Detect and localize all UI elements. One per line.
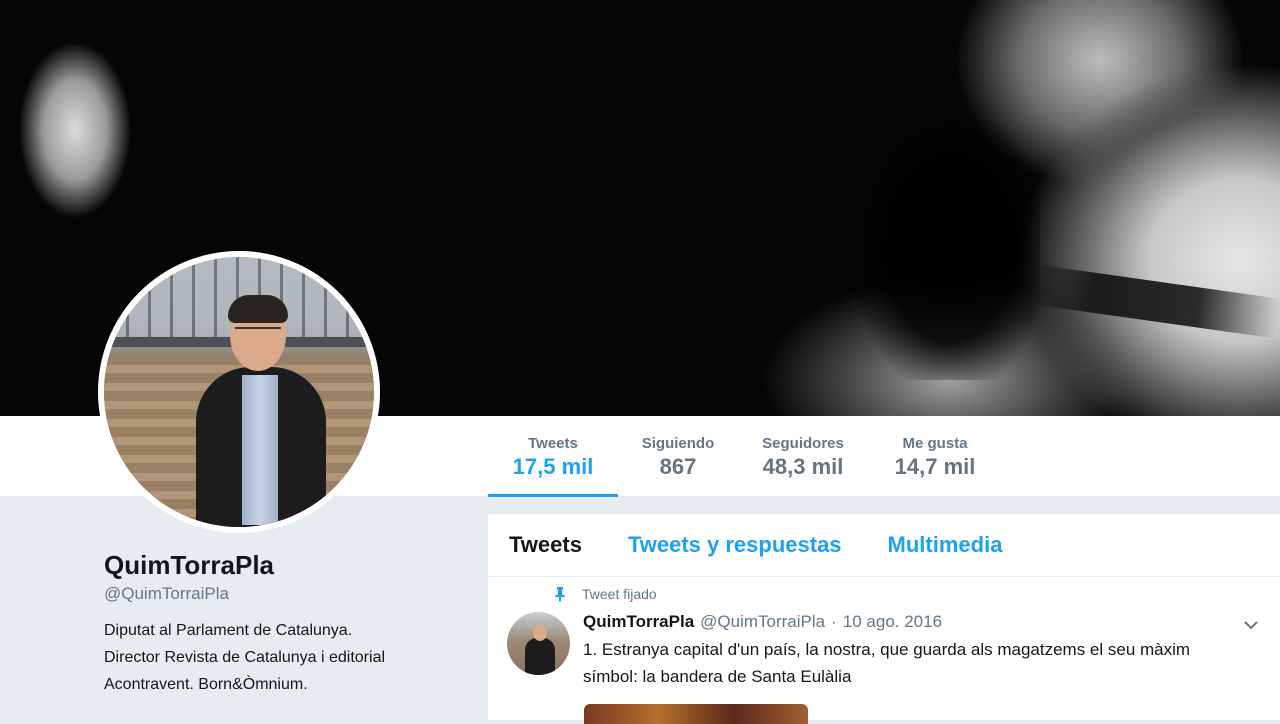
tweet-date[interactable]: 10 ago. 2016 (843, 612, 942, 632)
tweet-avatar-body (525, 638, 555, 675)
stat-followers-value: 48,3 mil (762, 454, 844, 479)
stat-tweets-label: Tweets (528, 435, 578, 452)
avatar-glasses (235, 327, 281, 335)
tab-tweets[interactable]: Tweets (509, 532, 582, 558)
profile-card: QuimTorraPla @QuimTorraiPla Diputat al P… (104, 548, 464, 698)
tweet-avatar[interactable] (507, 612, 570, 675)
stat-tweets[interactable]: Tweets 17,5 mil (488, 416, 618, 497)
tweet-header: QuimTorraPla @QuimTorraiPla · 10 ago. 20… (583, 612, 942, 632)
tweet-separator: · (831, 612, 837, 631)
profile-bio-line: Diputat al Parlament de Catalunya. (104, 622, 353, 639)
pinned-tweet-context: Tweet fijado (552, 586, 657, 602)
profile-handle[interactable]: @QuimTorraiPla (104, 583, 464, 605)
stat-followers[interactable]: Seguidores 48,3 mil (738, 416, 868, 497)
header-photo-shadow (860, 120, 1040, 380)
tab-media[interactable]: Multimedia (888, 532, 1003, 558)
profile-bio-line: Acontravent. Born&Òmnium. (104, 676, 308, 693)
stat-following[interactable]: Siguiendo 867 (618, 416, 738, 497)
tweet-author-name[interactable]: QuimTorraPla (583, 612, 694, 632)
stat-likes[interactable]: Me gusta 14,7 mil (868, 416, 1002, 497)
profile-bio: Diputat al Parlament de Catalunya. Direc… (104, 617, 464, 698)
header-photo-streak (1008, 261, 1280, 339)
stat-likes-label: Me gusta (902, 435, 968, 452)
pin-icon (555, 587, 565, 602)
profile-avatar[interactable] (98, 251, 380, 533)
tab-tweets-and-replies[interactable]: Tweets y respuestas (628, 532, 842, 558)
stat-likes-value: 14,7 mil (894, 454, 976, 479)
stat-tweets-value: 17,5 mil (512, 454, 594, 479)
pinned-label: Tweet fijado (582, 586, 657, 602)
avatar-shirt (242, 375, 278, 525)
profile-avatar-photo (104, 257, 374, 527)
stat-following-value: 867 (659, 454, 697, 479)
stat-following-label: Siguiendo (641, 435, 715, 452)
tweet-avatar-head (533, 624, 547, 641)
tweet-author-handle[interactable]: @QuimTorraiPla (700, 612, 825, 632)
profile-stats: Tweets 17,5 mil Siguiendo 867 Seguidores… (488, 416, 1002, 497)
profile-name[interactable]: QuimTorraPla (104, 548, 464, 582)
profile-bio-line: Director Revista de Catalunya i editoria… (104, 649, 386, 666)
tweet-media[interactable] (584, 704, 808, 724)
tweet-text: 1. Estranya capital d'un país, la nostra… (583, 640, 1191, 686)
avatar-hair (228, 295, 288, 323)
timeline-tabs: Tweets Tweets y respuestas Multimedia (488, 514, 1280, 577)
chevron-down-icon[interactable] (1242, 616, 1260, 634)
timeline: Tweets Tweets y respuestas Multimedia Tw… (488, 514, 1280, 724)
stat-followers-label: Seguidores (762, 435, 844, 452)
